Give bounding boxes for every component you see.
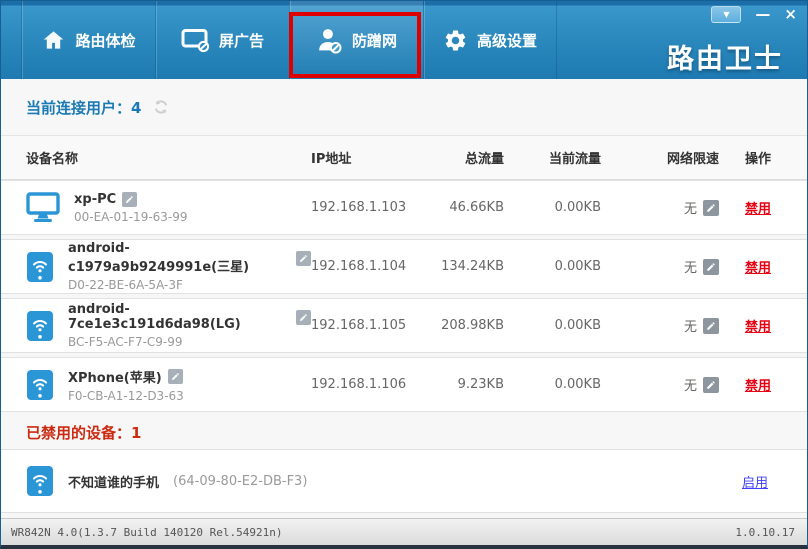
header-total-traffic: 总流量 (464, 152, 504, 167)
gear-icon (443, 28, 468, 53)
device-mac: D0-22-BE-6A-5A-3F (68, 278, 183, 292)
header-device-name: 设备名称 (26, 152, 79, 167)
refresh-icon[interactable] (153, 99, 169, 115)
device-name: xp-PC (74, 191, 117, 207)
device-row: xp-PC 00-EA-01-19-63-99 192.168.1.103 46… (1, 180, 807, 235)
edit-limit-icon[interactable] (703, 376, 719, 393)
screen-block-icon (181, 28, 210, 53)
device-mac: BC-F5-AC-F7-C9-99 (68, 335, 183, 349)
tab-label: 路由体检 (75, 31, 136, 50)
edit-name-icon[interactable] (296, 250, 311, 266)
tab-advanced-settings[interactable]: 高级设置 (423, 1, 557, 79)
edit-name-icon[interactable] (296, 309, 311, 325)
header-speed-limit: 网络限速 (666, 152, 719, 167)
close-button[interactable]: × (784, 5, 797, 23)
status-bar: WR842N 4.0(1.3.7 Build 140120 Rel.54921n… (1, 518, 807, 545)
window-menu-button[interactable]: ▼ (711, 5, 742, 23)
device-name: android-c1979a9b9249991e(三星) (68, 241, 250, 275)
device-table: xp-PC 00-EA-01-19-63-99 192.168.1.103 46… (1, 180, 807, 416)
device-current-traffic: 0.00KB (554, 200, 601, 215)
header-action: 操作 (744, 152, 771, 167)
connected-users-bar: 当前连接用户：4 (1, 79, 807, 135)
device-row: android-7ce1e3c191d6da98(LG) BC-F5-AC-F7… (1, 298, 807, 353)
edit-limit-icon[interactable] (703, 199, 719, 216)
pc-monitor-icon (26, 192, 60, 223)
device-current-traffic: 0.00KB (554, 259, 601, 274)
device-total-traffic: 208.98KB (441, 318, 504, 333)
device-total-traffic: 46.66KB (449, 200, 504, 215)
disabled-device-mac: (64-09-80-E2-DB-F3) (173, 473, 308, 489)
device-ip: 192.168.1.105 (311, 318, 407, 333)
device-ip: 192.168.1.106 (311, 377, 407, 392)
header-ip: IP地址 (311, 152, 352, 167)
device-row: android-c1979a9b9249991e(三星) D0-22-BE-6A… (1, 239, 807, 294)
disable-link[interactable]: 禁用 (745, 320, 771, 335)
app-logo: 路由卫士 (667, 44, 783, 75)
phone-wifi-icon (26, 465, 54, 497)
edit-name-icon[interactable] (167, 368, 183, 384)
disabled-devices-title: 已禁用的设备：1 (26, 424, 142, 442)
phone-wifi-icon (26, 369, 54, 401)
device-ip: 192.168.1.104 (311, 259, 407, 274)
disabled-device-row: 不知道谁的手机 (64-09-80-E2-DB-F3) 启用 (1, 449, 807, 513)
edit-limit-icon[interactable] (703, 258, 719, 275)
device-row: XPhone(苹果) F0-CB-A1-12-D3-63 192.168.1.1… (1, 357, 807, 412)
device-ip: 192.168.1.103 (311, 200, 407, 215)
disable-link[interactable]: 禁用 (745, 202, 771, 217)
firmware-version: WR842N 4.0(1.3.7 Build 140120 Rel.54921n… (11, 525, 283, 539)
connected-users-title: 当前连接用户：4 (26, 98, 142, 117)
speed-limit-value: 无 (683, 202, 697, 217)
edit-limit-icon[interactable] (703, 317, 719, 334)
device-mac: 00-EA-01-19-63-99 (74, 209, 188, 224)
disable-link[interactable]: 禁用 (745, 379, 771, 394)
tab-label: 防蹭网 (351, 31, 397, 50)
titlebar-nav: ▼ — × 路由卫士 路由体检 屏广告 防蹭网 高级设置 (1, 1, 807, 79)
disabled-device-name: 不知道谁的手机 (68, 475, 160, 491)
speed-limit-value: 无 (683, 379, 697, 394)
edit-name-icon[interactable] (122, 191, 138, 207)
tab-label: 高级设置 (476, 31, 537, 50)
speed-limit-value: 无 (683, 320, 697, 335)
device-current-traffic: 0.00KB (554, 377, 601, 392)
tab-label: 屏广告 (218, 31, 264, 50)
person-block-icon (316, 27, 343, 54)
window-controls: ▼ — × (711, 5, 797, 23)
minimize-button[interactable]: — (755, 5, 770, 23)
device-total-traffic: 134.24KB (441, 259, 504, 274)
device-current-traffic: 0.00KB (554, 318, 601, 333)
tab-router-checkup[interactable]: 路由体检 (21, 1, 155, 79)
header-current-traffic: 当前流量 (548, 152, 601, 167)
device-name: android-7ce1e3c191d6da98(LG) (68, 302, 241, 332)
nav-tabs: 路由体检 屏广告 防蹭网 高级设置 (21, 1, 557, 79)
tab-anti-freeload[interactable]: 防蹭网 (289, 1, 423, 79)
disable-link[interactable]: 禁用 (745, 261, 771, 276)
app-version: 1.0.10.17 (735, 525, 795, 539)
phone-wifi-icon (26, 251, 54, 283)
home-icon (41, 29, 66, 52)
disabled-devices-bar: 已禁用的设备：1 (1, 416, 807, 449)
phone-wifi-icon (26, 310, 54, 342)
speed-limit-value: 无 (683, 261, 697, 276)
enable-link[interactable]: 启用 (742, 472, 768, 491)
app-window: ▼ — × 路由卫士 路由体检 屏广告 防蹭网 高级设置 当前连接用户：4 设备… (0, 0, 808, 549)
device-name: XPhone(苹果) (68, 370, 162, 386)
device-mac: F0-CB-A1-12-D3-63 (68, 388, 184, 403)
device-total-traffic: 9.23KB (457, 377, 504, 392)
table-header: 设备名称 IP地址 总流量 当前流量 网络限速 操作 (1, 135, 807, 180)
tab-block-ads[interactable]: 屏广告 (155, 1, 289, 79)
